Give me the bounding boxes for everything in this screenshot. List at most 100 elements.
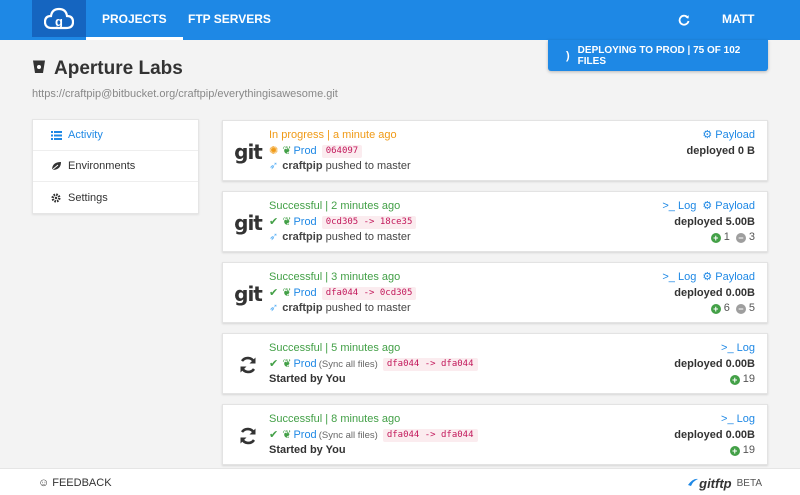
terminal-icon: >_: [662, 271, 678, 283]
activity-details: Successful | 2 minutes ago ✔ ❦ Prod 0cd305 -…: [269, 199, 417, 246]
activity-details: In progress | a minute ago ✺ ❦ Prod 064097 ➶ c…: [269, 128, 411, 175]
terminal-icon: >_: [721, 413, 737, 425]
sidebar-item-settings[interactable]: Settings: [33, 182, 198, 213]
file-counts: +19: [674, 443, 755, 459]
feedback-link[interactable]: ☺ FEEDBACK: [38, 477, 112, 489]
activity-links: >_ Log: [674, 412, 755, 428]
files-added: +6: [710, 301, 730, 317]
environment-link[interactable]: ❦ Prod: [282, 286, 316, 302]
log-link[interactable]: >_ Log: [721, 413, 755, 425]
activity-summary: >_ Log ⚙ Payload deployed 0.00B +6−5: [656, 270, 755, 317]
activity-card[interactable]: git In progress | a minute ago ✺ ❦ Prod 06409…: [222, 120, 768, 181]
activity-links: >_ Log ⚙ Payload: [656, 270, 755, 286]
added-count: 19: [742, 373, 755, 385]
user-menu[interactable]: MATT: [706, 0, 770, 40]
leaf-icon: [49, 161, 63, 171]
activity-card[interactable]: Successful | 8 minutes ago ✔ ❦ Prod (Sync al…: [222, 404, 768, 465]
plus-icon: +: [710, 303, 721, 314]
check-icon: ✔: [269, 286, 279, 299]
deployed-size: deployed 0.00B: [674, 357, 755, 370]
push-info: ➶ craftpip pushed to master: [269, 230, 416, 246]
environment-name: Prod: [293, 357, 317, 370]
payload-link[interactable]: ⚙ Payload: [702, 129, 755, 141]
brand: gitftp BETA: [687, 476, 762, 491]
minus-icon: −: [735, 232, 746, 243]
git-icon: git: [234, 139, 263, 164]
beta-badge: BETA: [736, 478, 762, 489]
leaf-icon: ❦: [282, 215, 292, 228]
removed-count: 3: [748, 231, 755, 243]
link-label: Payload: [715, 200, 755, 212]
push-action: pushed to master: [325, 160, 411, 172]
activity-summary: >_ Log deployed 0.00B +19: [674, 341, 755, 388]
activity-summary: ⚙ Payload deployed 0 B: [687, 128, 755, 159]
environment-link[interactable]: ❦ Prod: [282, 357, 316, 373]
activity-feed: git In progress | a minute ago ✺ ❦ Prod 06409…: [222, 120, 768, 475]
files-added: +19: [729, 372, 755, 388]
brand-name: gitftp: [699, 476, 732, 491]
payload-link[interactable]: ⚙ Payload: [702, 271, 755, 283]
check-icon: ✔: [269, 215, 279, 228]
push-action: pushed to master: [325, 231, 411, 243]
link-label: Log: [736, 342, 755, 354]
deploy-progress-banner[interactable]: ) DEPLOYING TO PROD | 75 OF 102 FILES: [548, 40, 768, 71]
activity-details: Successful | 8 minutes ago ✔ ❦ Prod (Sync al…: [269, 412, 478, 459]
activity-card[interactable]: git Successful | 2 minutes ago ✔ ❦ Prod 0cd30…: [222, 191, 768, 252]
leaf-icon: ❦: [282, 144, 292, 157]
activity-links: ⚙ Payload: [687, 128, 755, 144]
plus-icon: +: [729, 374, 740, 385]
activity-card[interactable]: Successful | 5 minutes ago ✔ ❦ Prod (Sync al…: [222, 333, 768, 394]
gear-icon: ⚙: [702, 271, 716, 283]
activity-summary: >_ Log ⚙ Payload deployed 5.00B +1−3: [656, 199, 755, 246]
pusher-name: craftpip: [282, 160, 323, 172]
environment-link[interactable]: ❦ Prod: [282, 428, 316, 444]
bitbucket-user-icon: ➶: [269, 160, 279, 172]
added-count: 1: [723, 231, 730, 243]
pusher-name: craftpip: [282, 302, 323, 314]
activity-card[interactable]: git Successful | 3 minutes ago ✔ ❦ Prod dfa04…: [222, 262, 768, 323]
log-link[interactable]: >_ Log: [662, 200, 696, 212]
gitftp-logo[interactable]: g: [32, 0, 86, 37]
commit-hash: dfa044 -> dfa044: [382, 357, 478, 371]
bitbucket-user-icon: ➶: [269, 231, 279, 243]
deployed-size: deployed 0 B: [686, 144, 755, 157]
sync-note: (Sync all files): [318, 358, 378, 370]
refresh-icon[interactable]: [672, 0, 696, 40]
started-by: Started by You: [269, 373, 346, 385]
terminal-icon: >_: [721, 342, 737, 354]
log-link[interactable]: >_ Log: [721, 342, 755, 354]
activity-links: >_ Log ⚙ Payload: [656, 199, 755, 215]
link-label: Log: [736, 413, 755, 425]
pusher-name: craftpip: [282, 231, 323, 243]
spinner-icon: ): [566, 49, 570, 62]
bitbucket-icon: [32, 58, 46, 80]
push-info: ➶ craftpip pushed to master: [269, 301, 416, 317]
feedback-label: FEEDBACK: [52, 477, 112, 489]
link-label: Log: [677, 271, 697, 283]
sidebar-item-activity[interactable]: Activity: [33, 120, 198, 151]
activity-status: Successful | 3 minutes ago: [269, 271, 401, 283]
activity-summary: >_ Log deployed 0.00B +19: [674, 412, 755, 459]
terminal-icon: >_: [662, 200, 678, 212]
leaf-icon: ❦: [282, 357, 292, 370]
check-icon: ✔: [269, 357, 279, 370]
activity-details: Successful | 5 minutes ago ✔ ❦ Prod (Sync al…: [269, 341, 478, 388]
environment-link[interactable]: ❦ Prod: [282, 215, 316, 231]
added-count: 19: [742, 444, 755, 456]
payload-link[interactable]: ⚙ Payload: [702, 200, 755, 212]
push-info: ➶ craftpip pushed to master: [269, 159, 411, 175]
link-label: Payload: [715, 271, 755, 283]
file-counts: +6−5: [656, 301, 755, 317]
sidebar-item-environments[interactable]: Environments: [33, 151, 198, 182]
tab-ftp-servers[interactable]: FTP SERVERS: [172, 0, 287, 40]
link-label: Log: [677, 200, 697, 212]
environment-name: Prod: [293, 286, 317, 299]
environment-link[interactable]: ❦ Prod: [282, 144, 316, 160]
commit-hash: 0cd305 -> 18ce35: [321, 215, 417, 229]
log-link[interactable]: >_ Log: [662, 271, 696, 283]
activity-links: >_ Log: [674, 341, 755, 357]
tab-projects[interactable]: PROJECTS: [86, 0, 183, 40]
activity-status: Successful | 2 minutes ago: [269, 200, 401, 212]
sync-icon: [233, 405, 263, 466]
started-by: Started by You: [269, 444, 346, 456]
